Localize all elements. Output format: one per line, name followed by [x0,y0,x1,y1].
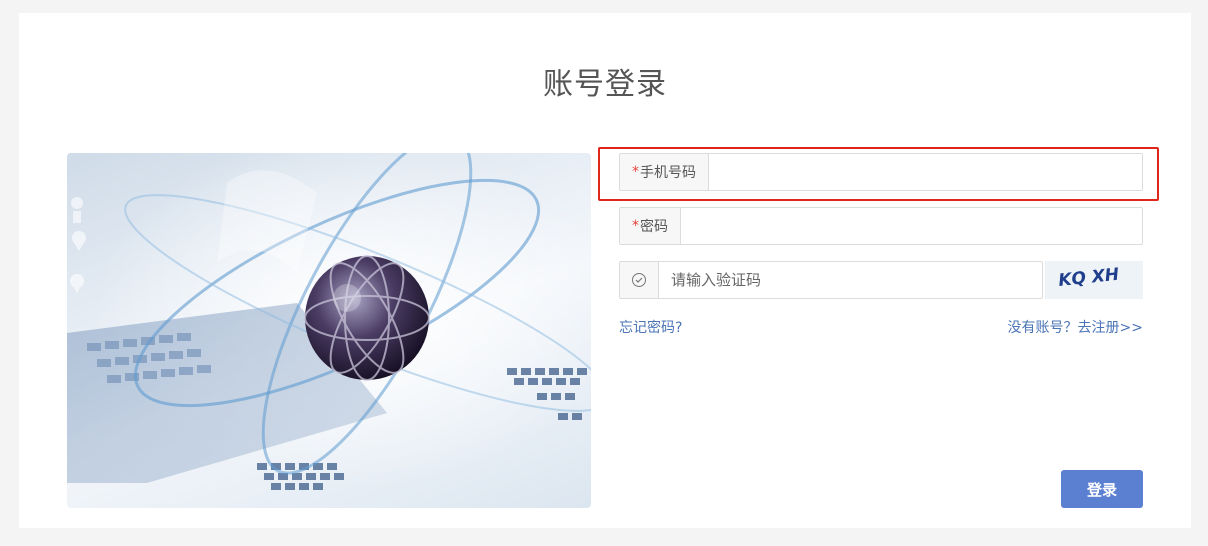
password-label-text: 密码 [640,219,668,235]
password-label: * 密码 [620,208,681,244]
login-card: 账号登录 * 手机号码 * 密码 请输入验证码 KQ XH 忘记密码? 没有账号… [19,13,1191,528]
captcha-prefix [620,262,659,298]
hero-image [67,153,591,508]
phone-label: * 手机号码 [620,154,709,190]
forgot-password-link[interactable]: 忘记密码? [619,317,682,337]
captcha-field [619,261,1043,299]
phone-label-text: 手机号码 [640,165,696,181]
captcha-input[interactable] [659,262,1042,298]
password-input[interactable] [681,208,1142,244]
captcha-image[interactable]: KQ XH [1045,261,1143,299]
password-field: * 密码 [619,207,1143,245]
required-mark: * [632,218,639,234]
page-title: 账号登录 [543,67,667,102]
register-link[interactable]: 没有账号？去注册>> [1008,317,1143,337]
phone-input[interactable] [709,154,1142,190]
captcha-text: KQ XH [1057,265,1120,291]
check-circle-icon [632,273,646,287]
login-button[interactable]: 登录 [1061,470,1143,508]
phone-field: * 手机号码 [619,153,1143,191]
required-mark: * [632,164,639,180]
